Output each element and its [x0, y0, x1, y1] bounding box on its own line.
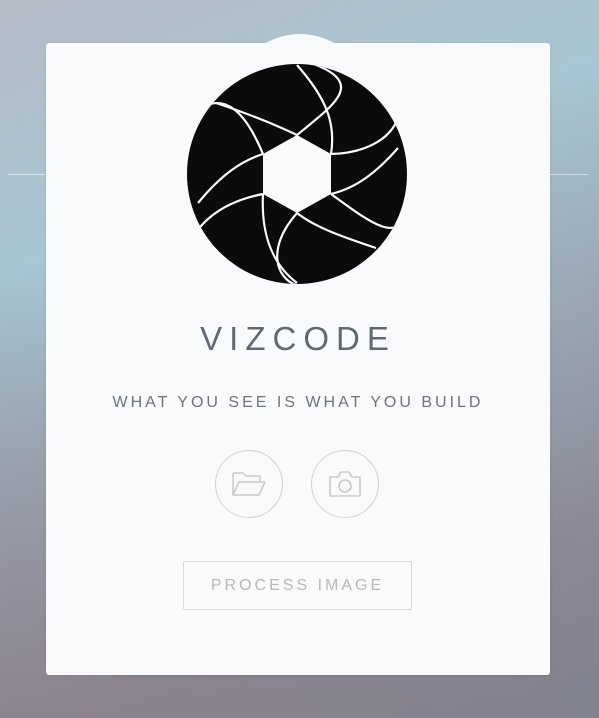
camera-icon — [329, 471, 361, 497]
camera-aperture-icon — [187, 64, 407, 284]
app-tagline: WHAT YOU SEE IS WHAT YOU BUILD — [112, 394, 484, 411]
open-file-button[interactable] — [215, 450, 283, 518]
process-image-button[interactable]: PROCESS IMAGE — [183, 561, 412, 610]
folder-open-icon — [232, 472, 266, 496]
camera-button[interactable] — [311, 450, 379, 518]
app-title: VIZCODE — [200, 320, 396, 357]
